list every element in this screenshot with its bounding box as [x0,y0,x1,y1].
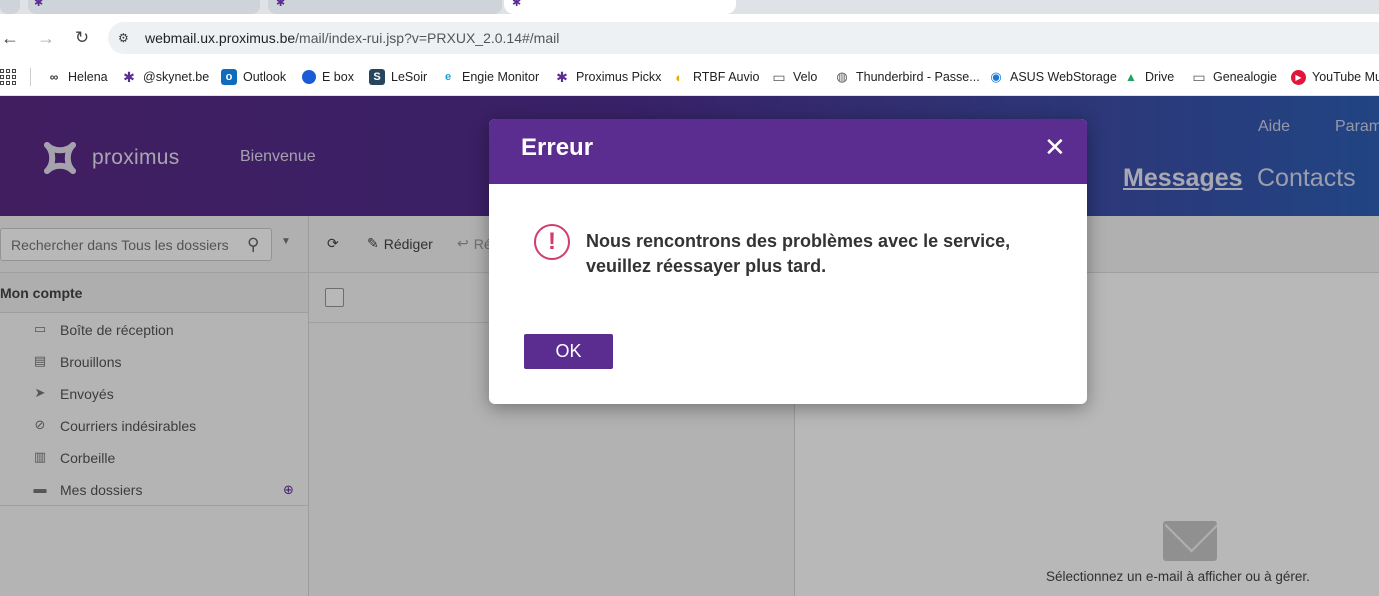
forward-arrow-icon[interactable]: → [34,26,58,50]
lesoir-icon: S [369,69,385,85]
error-message-line: Nous rencontrons des problèmes avec le s… [586,231,1011,251]
bookmark-item[interactable]: ▭ Velo [771,67,817,87]
bookmark-label: ASUS WebStorage [1010,70,1117,84]
browser-tabstrip: ✱ ✱ ✱ [0,0,1379,14]
browser-tab[interactable]: ✱ [28,0,260,14]
proximus-icon: ✱ [512,0,522,9]
bookmark-item[interactable]: ▶ YouTube Mu [1291,67,1379,87]
apps-grid-icon[interactable] [0,69,16,85]
back-arrow-icon[interactable]: ← [0,26,22,50]
bookmark-label: YouTube Mu [1312,70,1379,84]
drive-icon: ▲ [1125,70,1137,84]
close-icon[interactable]: ✕ [1044,132,1066,162]
url-text[interactable]: webmail.ux.proximus.be/mail/index-rui.js… [145,30,559,46]
browser-tab[interactable] [0,0,20,14]
bookmark-item[interactable]: ◐ RTBF Auvio [671,67,759,87]
address-bar[interactable]: ⚙ webmail.ux.proximus.be/mail/index-rui.… [108,22,1379,54]
bookmark-separator [30,68,31,86]
glasses-icon: ∞ [49,70,59,84]
bookmark-label: Velo [793,70,818,84]
bookmark-label: Proximus Pickx [576,70,662,84]
error-message: Nous rencontrons des problèmes avec le s… [586,229,1056,279]
bookmark-label: @skynet.be [143,70,210,84]
bookmark-item[interactable]: o Outlook [221,67,286,87]
outlook-icon: o [221,69,237,85]
error-icon: ! [534,224,570,260]
globe-icon: ◍ [836,69,848,84]
folder-icon: ▭ [1192,68,1206,85]
bookmark-label: Genealogie [1213,70,1277,84]
dialog-header: Erreur ✕ [489,119,1087,184]
bookmark-item[interactable]: ▲ Drive [1123,67,1174,87]
bookmark-item[interactable]: ∞ Helena [46,67,108,87]
bookmark-item[interactable]: S LeSoir [369,67,427,87]
rtbf-icon: ◐ [675,69,683,85]
bookmark-label: Outlook [243,70,287,84]
ebox-icon [302,70,316,84]
browser-tab[interactable]: ✱ [268,0,502,14]
bookmark-item[interactable]: ✱ Proximus Pickx [554,67,661,87]
bookmark-label: Drive [1145,70,1175,84]
bookmark-item[interactable]: E box [302,67,354,87]
bookmarks-bar: ∞ Helena ✱ @skynet.be o Outlook E box S LeSo… [0,60,1379,96]
youtube-music-icon: ▶ [1291,69,1306,85]
proximus-icon: ✱ [276,0,286,9]
asus-icon: ◉ [990,69,1002,84]
bookmark-label: LeSoir [391,70,428,84]
bookmark-label: RTBF Auvio [693,70,760,84]
bookmark-item[interactable]: ◍ Thunderbird - Passe... [834,67,980,87]
url-host: webmail.ux.proximus.be [145,30,296,46]
bookmark-label: Helena [68,70,108,84]
ok-button[interactable]: OK [524,334,613,369]
browser-toolbar: ← → ↻ ⚙ webmail.ux.proximus.be/mail/inde… [0,14,1379,60]
proximus-icon: ✱ [556,68,568,85]
site-settings-icon[interactable]: ⚙ [118,30,134,46]
folder-icon: ▭ [772,68,786,85]
bookmark-label: E box [322,70,354,84]
bookmark-item[interactable]: ▭ Genealogie [1191,67,1277,87]
bookmark-label: Thunderbird - Passe... [856,70,980,84]
bookmark-item[interactable]: ✱ @skynet.be [121,67,209,87]
bookmark-label: Engie Monitor [462,70,540,84]
engie-icon: e [444,71,452,83]
bookmark-item[interactable]: e Engie Monitor [440,67,539,87]
proximus-icon: ✱ [34,0,44,9]
url-path: /mail/index-rui.jsp?v=PRXUX_2.0.14#/mail [295,30,560,46]
dialog-title: Erreur [521,134,594,161]
proximus-icon: ✱ [123,68,135,85]
error-message-line: veuillez réessayer plus tard. [586,256,827,276]
browser-tab-active[interactable]: ✱ [504,0,736,14]
bookmark-item[interactable]: ◉ ASUS WebStorage [988,67,1117,87]
reload-icon[interactable]: ↻ [70,26,94,50]
error-dialog: Erreur ✕ ! Nous rencontrons des problème… [489,119,1087,404]
